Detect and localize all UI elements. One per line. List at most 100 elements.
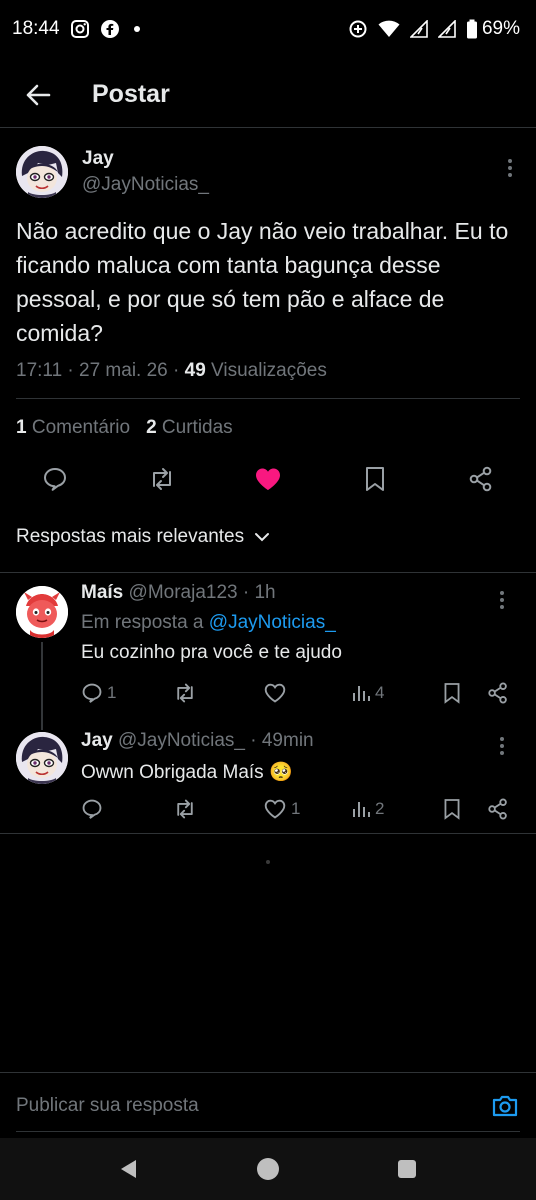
thread-line: [41, 642, 43, 730]
reply-text: Owwn Obrigada Maís 🥺: [81, 762, 293, 783]
avatar[interactable]: [16, 146, 68, 198]
likes-label: Curtidas: [156, 417, 233, 438]
nav-home-button[interactable]: [248, 1149, 288, 1189]
reply-bookmark-button[interactable]: [443, 798, 461, 820]
reply-body: Jay @JayNoticias_ · 49min Owwn Obrigada …: [81, 730, 520, 784]
likes-stat[interactable]: 2 Curtidas: [146, 417, 233, 439]
square-recents-icon: [397, 1160, 416, 1178]
reply-handle[interactable]: @Moraja123: [129, 582, 238, 603]
reply-like-button[interactable]: [263, 682, 287, 704]
bookmark-button[interactable]: [360, 464, 390, 494]
replying-to: Em resposta a @JayNoticias_: [81, 612, 520, 634]
triangle-back-icon: [121, 1160, 137, 1178]
instagram-icon: [70, 19, 90, 39]
notification-dot-icon: [133, 26, 140, 32]
views-count: 49: [184, 360, 206, 381]
composer-underline: [16, 1131, 520, 1132]
arrow-left-icon: [26, 84, 51, 105]
reply-button[interactable]: [40, 464, 70, 494]
avatar[interactable]: [16, 732, 68, 784]
repost-icon: [152, 468, 171, 490]
like-button[interactable]: [253, 464, 283, 494]
camera-button[interactable]: [490, 1091, 520, 1121]
heart-icon: [264, 799, 286, 819]
reply-handle[interactable]: @JayNoticias_: [118, 730, 245, 751]
camera-icon: [492, 1095, 518, 1116]
battery-icon: [466, 19, 478, 39]
status-left: 18:44: [12, 18, 140, 40]
more-options-button[interactable]: [492, 588, 512, 612]
reply-input[interactable]: [16, 1094, 490, 1117]
back-button[interactable]: [14, 71, 62, 119]
reply-header: Jay @JayNoticias_ · 49min: [81, 730, 520, 752]
post-action-bar: [0, 456, 536, 502]
reply-share-button[interactable]: [487, 682, 509, 704]
more-options-button[interactable]: [492, 734, 512, 758]
comment-icon: [82, 799, 102, 819]
reply-action-bar: 1 4: [81, 678, 521, 708]
circle-home-icon: [256, 1158, 279, 1180]
replies-sort-dropdown[interactable]: Respostas mais relevantes: [16, 526, 270, 548]
post-text: Não acredito que o Jay não veio trabalha…: [16, 218, 509, 346]
nav-back-button[interactable]: [109, 1149, 149, 1189]
reply-comment-button[interactable]: [81, 798, 103, 820]
post-author: Jay @JayNoticias_: [82, 148, 209, 196]
reply-item[interactable]: Jay @JayNoticias_ · 49min Owwn Obrigada …: [0, 718, 536, 832]
comment-icon: [82, 683, 102, 703]
comment-icon: [44, 468, 66, 491]
loading-dot-icon: [266, 860, 270, 864]
bookmark-icon: [444, 683, 460, 704]
reply-bookmark-button[interactable]: [443, 682, 461, 704]
reply-display-name[interactable]: Maís: [81, 582, 123, 603]
reply-repost-button[interactable]: [173, 682, 197, 704]
reply-text: Eu cozinho pra você e te ajudo: [81, 642, 342, 663]
battery-percent: 69%: [481, 18, 520, 39]
author-display-name[interactable]: Jay: [82, 148, 209, 170]
reply-header: Maís @Moraja123 · 1h: [81, 582, 520, 604]
reply-comment-button[interactable]: 1: [81, 682, 116, 704]
reply-views-button[interactable]: 4: [351, 683, 384, 703]
chevron-down-icon: [255, 533, 270, 542]
share-icon: [488, 682, 507, 704]
views-count: 4: [375, 683, 385, 702]
more-options-button[interactable]: [500, 156, 520, 180]
reply-views-button[interactable]: 2: [351, 799, 384, 819]
comment-count: 1: [107, 683, 117, 702]
likes-count: 2: [146, 417, 157, 438]
page-title: Postar: [92, 80, 170, 108]
reply-like-button[interactable]: 1: [263, 798, 300, 820]
reply-share-button[interactable]: [487, 798, 509, 820]
comments-count: 1: [16, 417, 27, 438]
reply-item[interactable]: Maís @Moraja123 · 1h Em resposta a @JayN…: [0, 572, 536, 730]
like-count: 1: [291, 799, 301, 818]
mention-link[interactable]: @JayNoticias_: [209, 612, 336, 633]
bookmark-icon: [365, 467, 384, 491]
nav-recents-button[interactable]: [387, 1149, 427, 1189]
top-bar: Postar: [0, 62, 536, 128]
repost-button[interactable]: [147, 464, 177, 494]
post-header: Jay @JayNoticias_: [16, 130, 520, 214]
views-count: 2: [375, 799, 385, 818]
reply-display-name[interactable]: Jay: [81, 730, 113, 751]
reply-body: Maís @Moraja123 · 1h Em resposta a @JayN…: [81, 582, 520, 664]
comments-stat[interactable]: 1 Comentário: [16, 417, 130, 439]
post-stats: 1 Comentário 2 Curtidas: [16, 417, 520, 439]
views-chart-icon: [353, 802, 370, 817]
replying-to-prefix: Em resposta a: [81, 612, 209, 633]
reply-age: · 49min: [244, 730, 314, 751]
reply-repost-button[interactable]: [173, 798, 197, 820]
repost-icon: [177, 799, 193, 819]
data-saver-icon: [348, 19, 368, 39]
replies-sort-label: Respostas mais relevantes: [16, 526, 245, 547]
reply-action-bar: 1 2: [81, 794, 521, 824]
status-time: 18:44: [12, 18, 60, 39]
share-button[interactable]: [466, 464, 496, 494]
author-handle[interactable]: @JayNoticias_: [82, 174, 209, 196]
avatar[interactable]: [16, 586, 68, 638]
views-chart-icon: [353, 686, 370, 701]
post-meta: 17:11 · 27 mai. 26 · 49 Visualizações: [16, 360, 520, 399]
main-post: Jay @JayNoticias_ Não acredito que o Jay…: [0, 130, 536, 439]
system-nav-bar: [0, 1138, 536, 1200]
status-bar: 18:44 69%: [0, 0, 536, 58]
comments-label: Comentário: [26, 417, 131, 438]
